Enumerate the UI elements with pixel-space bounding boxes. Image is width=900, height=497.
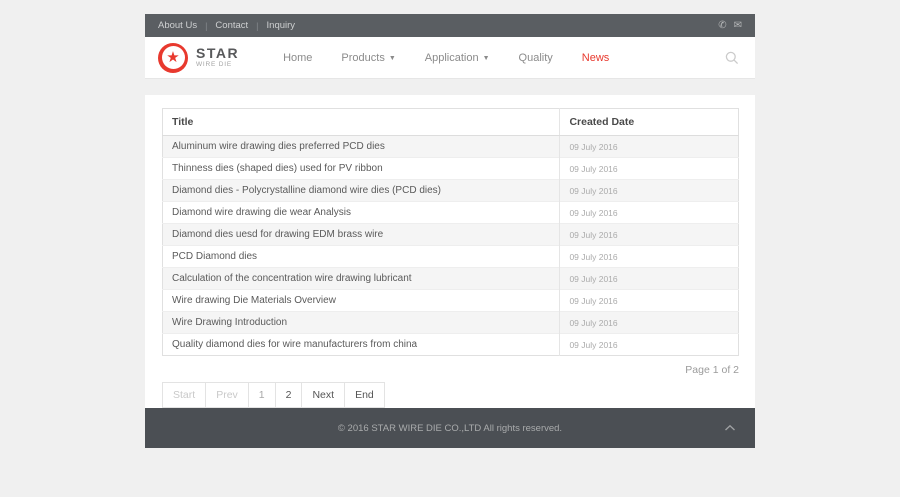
nav-item-application[interactable]: Application ▼	[425, 52, 490, 64]
article-title-link[interactable]: Wire Drawing Introduction	[162, 311, 560, 334]
pagination-2[interactable]: 2	[274, 382, 303, 408]
column-header-created-date: Created Date	[559, 108, 739, 136]
article-title-link[interactable]: Thinness dies (shaped dies) used for PV …	[162, 157, 560, 180]
pagination-end[interactable]: End	[344, 382, 385, 408]
table-row: Wire Drawing Introduction 09 July 2016	[162, 311, 739, 334]
pagination-1: 1	[247, 382, 276, 408]
created-date: 09 July 2016	[559, 157, 739, 180]
article-title-link[interactable]: Calculation of the concentration wire dr…	[162, 267, 560, 290]
pagination: Start Prev 1 2 Next End	[162, 382, 385, 408]
article-title-link[interactable]: PCD Diamond dies	[162, 245, 560, 268]
nav-item-products[interactable]: Products ▼	[341, 52, 395, 64]
topbar-icons: ✆ ✉	[718, 20, 742, 31]
star-glyph: ★	[166, 48, 180, 66]
article-title-link[interactable]: Wire drawing Die Materials Overview	[162, 289, 560, 312]
topbar-separator: |	[256, 20, 259, 31]
topbar-separator: |	[205, 20, 208, 31]
nav-item-label: Application	[424, 51, 479, 64]
article-title-link[interactable]: Quality diamond dies for wire manufactur…	[162, 333, 560, 356]
caret-down-icon: ▼	[482, 54, 490, 62]
article-title-link[interactable]: Diamond dies - Polycrystalline diamond w…	[162, 179, 560, 202]
main-nav: Home Products ▼ Application ▼ Quality News	[283, 52, 609, 64]
created-date: 09 July 2016	[559, 179, 739, 202]
topbar-link-inquiry[interactable]: Inquiry	[267, 20, 296, 31]
table-row: Diamond dies - Polycrystalline diamond w…	[162, 179, 739, 202]
table-row: Quality diamond dies for wire manufactur…	[162, 333, 739, 356]
copyright-text: © 2016 STAR WIRE DIE CO.,LTD All rights …	[337, 422, 563, 434]
star-logo-icon: ★	[158, 42, 188, 73]
mail-icon[interactable]: ✉	[734, 20, 742, 31]
table-row: Calculation of the concentration wire dr…	[162, 267, 739, 290]
pagination-start: Start	[162, 382, 207, 408]
back-to-top-button[interactable]	[724, 424, 736, 432]
article-title-link[interactable]: Aluminum wire drawing dies preferred PCD…	[162, 135, 560, 158]
news-table-body: Aluminum wire drawing dies preferred PCD…	[162, 135, 739, 356]
article-title-link[interactable]: Diamond wire drawing die wear Analysis	[162, 201, 560, 224]
created-date: 09 July 2016	[559, 311, 739, 334]
topbar-link-contact[interactable]: Contact	[215, 20, 248, 31]
pagination-next[interactable]: Next	[301, 382, 346, 408]
created-date: 09 July 2016	[559, 223, 739, 246]
created-date: 09 July 2016	[559, 267, 739, 290]
page-column: About Us | Contact | Inquiry ✆ ✉ ★ STAR WIRE …	[145, 0, 755, 448]
nav-item-news[interactable]: News	[582, 52, 610, 64]
created-date: 09 July 2016	[559, 289, 739, 312]
phone-icon[interactable]: ✆	[718, 20, 726, 31]
table-header-row: Title Created Date	[162, 108, 739, 136]
logo-title: STAR	[196, 45, 240, 62]
nav-item-label: Products	[341, 51, 385, 64]
nav-item-quality[interactable]: Quality	[519, 52, 553, 64]
nav-item-label: Home	[283, 51, 313, 64]
created-date: 09 July 2016	[559, 333, 739, 356]
created-date: 09 July 2016	[559, 201, 739, 224]
site-logo[interactable]: ★ STAR WIRE DIE	[158, 42, 240, 73]
pagination-prev: Prev	[205, 382, 249, 408]
main-content: Title Created Date Aluminum wire drawing…	[145, 95, 755, 408]
table-row: Diamond wire drawing die wear Analysis 09…	[162, 201, 739, 224]
created-date: 09 July 2016	[559, 245, 739, 268]
table-row: Wire drawing Die Materials Overview 09 Ju…	[162, 289, 739, 312]
table-row: Diamond dies uesd for drawing EDM brass …	[162, 223, 739, 246]
search-icon[interactable]	[725, 51, 739, 65]
topbar-link-about-us[interactable]: About Us	[158, 20, 197, 31]
page-counter: Page 1 of 2	[685, 364, 739, 376]
site-footer: © 2016 STAR WIRE DIE CO.,LTD All rights …	[145, 408, 755, 448]
created-date: 09 July 2016	[559, 135, 739, 158]
column-header-title: Title	[162, 108, 560, 136]
table-row: PCD Diamond dies 09 July 2016	[162, 245, 739, 268]
nav-item-home[interactable]: Home	[283, 52, 312, 64]
caret-down-icon: ▼	[388, 54, 396, 62]
topbar-links: About Us | Contact | Inquiry	[158, 20, 295, 31]
table-row: Aluminum wire drawing dies preferred PCD…	[162, 135, 739, 158]
news-table: Title Created Date Aluminum wire drawing…	[162, 108, 739, 356]
nav-item-label: News	[581, 51, 610, 64]
nav-item-label: Quality	[518, 51, 553, 64]
article-title-link[interactable]: Diamond dies uesd for drawing EDM brass …	[162, 223, 560, 246]
table-row: Thinness dies (shaped dies) used for PV …	[162, 157, 739, 180]
site-header: ★ STAR WIRE DIE Home Products ▼ Application…	[145, 37, 755, 79]
topbar: About Us | Contact | Inquiry ✆ ✉	[145, 14, 755, 37]
logo-subtitle: WIRE DIE	[196, 61, 233, 69]
